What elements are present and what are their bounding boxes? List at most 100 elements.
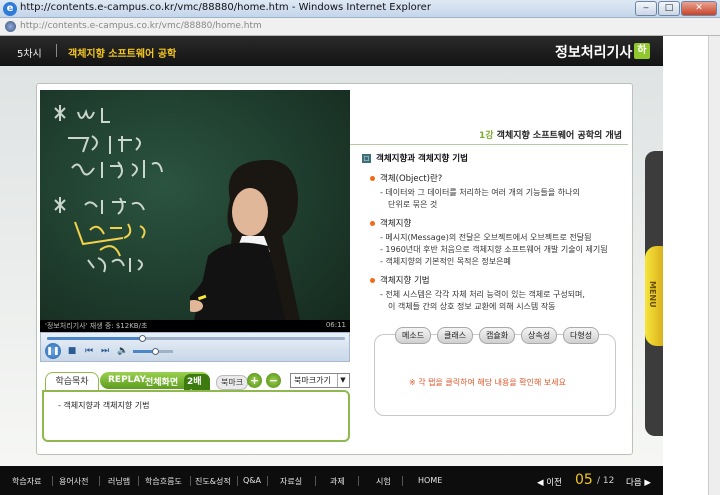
- tab-table-of-contents[interactable]: 학습목차: [45, 372, 99, 390]
- video-caption-bar: '정보처리기사' 재생 중: $12KB/초 06:11: [40, 320, 350, 332]
- instructor-figure: [190, 160, 302, 330]
- window-title: http://contents.e-campus.co.kr/vmc/88880…: [20, 2, 431, 13]
- next-icon[interactable]: ⏭: [99, 344, 111, 358]
- volume-icon[interactable]: 🔈: [117, 344, 129, 358]
- ie-icon: e: [3, 2, 17, 16]
- item-line: - 1960년대 후반 처음으로 객체지향 소프트웨어 개발 기술이 제기됨: [380, 245, 608, 254]
- side-menu-tab[interactable]: MENU: [645, 151, 663, 436]
- add-bookmark-icon[interactable]: +: [247, 373, 262, 388]
- seek-progress: [47, 337, 143, 340]
- pause-icon[interactable]: ❚❚: [45, 343, 61, 359]
- seek-knob[interactable]: [139, 335, 147, 342]
- content-title: 1강 객체지향 소프트웨어 공학의 개념: [479, 128, 622, 141]
- address-url[interactable]: http://contents.e-campus.co.kr/vmc/88880…: [20, 21, 262, 31]
- course-title: 객체지향 소프트웨어 공학: [68, 49, 177, 60]
- next-button[interactable]: 다음 ▶: [626, 476, 651, 488]
- nav-divider: [138, 476, 139, 486]
- lecture-app: 5차시 객체지향 소프트웨어 공학 정보처리기사 하 '정보처리기사' 재생 중…: [0, 36, 663, 495]
- close-button[interactable]: ✕: [681, 1, 717, 16]
- current-page: 05: [575, 472, 593, 488]
- bullet-icon: [370, 277, 375, 283]
- item-heading: 객체지향 기법: [380, 276, 430, 286]
- item-line: - 객체지향의 기본적인 목적은 정보은폐: [380, 257, 511, 266]
- nav-divider: [358, 476, 359, 486]
- bullet-icon: [370, 175, 375, 181]
- nav-divider: [190, 476, 191, 486]
- nav-divider: [402, 476, 403, 486]
- section-title: 객체지향과 객체지향 기법: [376, 154, 468, 164]
- total-pages: / 12: [597, 476, 615, 486]
- tab-notice: ※ 각 탭을 클릭하여 해당 내용을 확인해 보세요: [409, 378, 566, 387]
- remove-bookmark-icon[interactable]: −: [266, 373, 281, 388]
- nav-divider: [99, 476, 100, 486]
- item-line: - 전체 시스템은 각각 자체 처리 능력이 있는 객체로 구성되며,: [380, 290, 585, 299]
- volume-slider[interactable]: [133, 348, 173, 355]
- tab-encapsulation[interactable]: 캡슐화: [479, 327, 516, 344]
- content-item: 객체지향 - 메시지(Message)의 전달은 오브젝트에서 오브젝트로 전달…: [370, 217, 622, 268]
- video-time: 06:11: [325, 321, 346, 329]
- item-line: - 메시지(Message)의 전달은 오브젝트에서 오브젝트로 전달됨: [380, 233, 592, 242]
- section-heading: □ 객체지향과 객체지향 기법: [362, 152, 622, 164]
- address-bar[interactable]: http://contents.e-campus.co.kr/vmc/88880…: [0, 18, 720, 36]
- nav-divider: [52, 476, 53, 486]
- globe-icon: [5, 21, 16, 32]
- toc-list: - 객체지향과 객체지향 기법: [42, 390, 350, 442]
- nav-divider: [267, 476, 268, 486]
- side-menu-label: MENU: [648, 281, 657, 308]
- nav-home[interactable]: HOME: [418, 476, 442, 485]
- tab-class[interactable]: 클래스: [437, 327, 474, 344]
- course-header: 5차시 객체지향 소프트웨어 공학 정보처리기사 하: [0, 36, 663, 66]
- content-item: 객체(Object)란? - 데이터와 그 데이터를 처리하는 여러 개의 기능…: [370, 172, 622, 211]
- chevron-down-icon: ▼: [337, 374, 348, 387]
- item-line: - 데이터와 그 데이터를 처리하는 여러 개의 기능들을 하나의: [380, 188, 580, 197]
- nav-divider: [237, 476, 238, 486]
- content-title-bar: 1강 객체지향 소프트웨어 공학의 개념: [350, 125, 628, 145]
- section-icon: □: [362, 153, 371, 163]
- stop-icon[interactable]: ■: [66, 344, 78, 358]
- nav-assignment[interactable]: 과제: [330, 476, 345, 487]
- nav-flow[interactable]: 학습흐름도: [145, 476, 182, 487]
- browser-right-area: [663, 36, 720, 495]
- nav-qna[interactable]: Q&A: [243, 476, 261, 485]
- replay-controls: REPLAY 전체화면 2배속: [100, 372, 210, 400]
- fullscreen-button[interactable]: 전체화면: [145, 375, 178, 388]
- window-titlebar: e http://contents.e-campus.co.kr/vmc/888…: [0, 0, 720, 18]
- video-caption: '정보처리기사' 재생 중: $12KB/초: [45, 322, 148, 330]
- previous-icon[interactable]: ⏮: [83, 344, 95, 358]
- lesson-content: □ 객체지향과 객체지향 기법 객체(Object)란? - 데이터와 그 데이터…: [362, 152, 622, 319]
- item-line: 이 객체들 간의 상호 정보 교환에 의해 시스템 작동: [388, 302, 556, 311]
- content-item: 객체지향 기법 - 전체 시스템은 각각 자체 처리 능력이 있는 객체로 구성…: [370, 274, 622, 313]
- seek-bar[interactable]: [47, 335, 345, 342]
- window-controls: ‒ □ ✕: [635, 1, 717, 16]
- level-badge: 하: [634, 43, 650, 59]
- scrollbar[interactable]: [708, 36, 720, 495]
- lecture-video[interactable]: [40, 90, 350, 330]
- session-number: 5차시: [17, 49, 42, 60]
- header-divider: [56, 44, 57, 57]
- nav-materials[interactable]: 학습자료: [12, 476, 41, 487]
- concept-tabs-box: 메소드 클래스 캡슐화 상속성 다형성 ※ 각 탭을 클릭하여 해당 내용을 확…: [374, 327, 616, 416]
- nav-glossary[interactable]: 용어사전: [59, 476, 88, 487]
- lesson-title: 객체지향 소프트웨어 공학의 개념: [496, 131, 622, 141]
- bullet-icon: [370, 220, 375, 226]
- volume-knob[interactable]: [152, 348, 159, 355]
- player-controls: ❚❚ ■ ⏮ ⏭ 🔈: [40, 332, 350, 362]
- tab-inheritance[interactable]: 상속성: [521, 327, 558, 344]
- toc-item[interactable]: - 객체지향과 객체지향 기법: [58, 400, 149, 411]
- item-line: 단위로 묶은 것: [388, 200, 438, 209]
- bookmark-goto-value: 북마크가기: [294, 376, 331, 385]
- brand-title: 정보처리기사: [555, 45, 633, 61]
- nav-progress[interactable]: 진도&성적: [195, 476, 231, 487]
- maximize-button[interactable]: □: [658, 1, 680, 16]
- tab-polymorphism[interactable]: 다형성: [563, 327, 600, 344]
- prev-button[interactable]: ◀ 이전: [537, 476, 562, 488]
- replay-button[interactable]: REPLAY: [108, 375, 146, 385]
- minimize-button[interactable]: ‒: [635, 1, 657, 16]
- item-heading: 객체(Object)란?: [380, 174, 443, 184]
- nav-learning-map[interactable]: 러닝맵: [108, 476, 130, 487]
- item-heading: 객체지향: [380, 219, 412, 229]
- bookmark-goto-select[interactable]: 북마크가기 ▼: [290, 373, 350, 388]
- nav-exam[interactable]: 시험: [376, 476, 391, 487]
- nav-library[interactable]: 자료실: [280, 476, 302, 487]
- tab-method[interactable]: 메소드: [395, 327, 432, 344]
